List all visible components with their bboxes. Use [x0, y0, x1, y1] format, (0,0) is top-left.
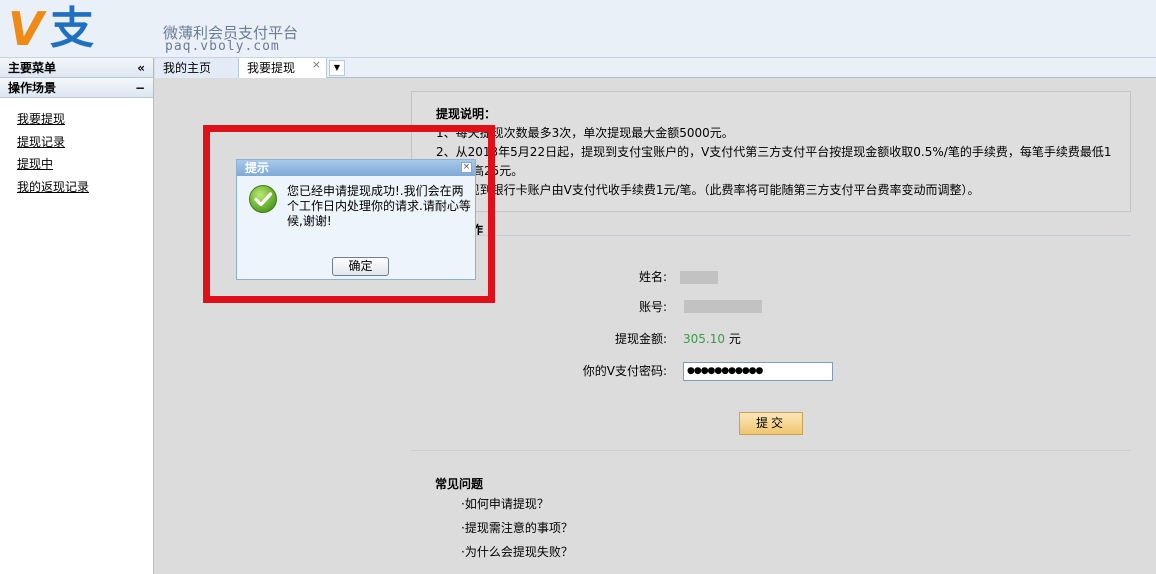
main-menu-title: 主要菜单 — [8, 61, 57, 75]
password-input[interactable]: ●●●●●●●●●●● — [683, 362, 833, 381]
chevron-down-icon[interactable]: ▼ — [329, 60, 345, 76]
sidebar-item-cashback-records[interactable]: 我的返现记录 — [17, 176, 153, 199]
faq-divider — [411, 450, 1131, 451]
faq-item[interactable]: ·提现需注意的事项？ — [461, 519, 573, 536]
name-value-redacted — [680, 271, 718, 284]
account-value-redacted — [684, 300, 762, 313]
dialog-close-icon[interactable]: × — [461, 162, 472, 173]
main-content: 提现说明： 1、每天提现次数最多3次，单次提现最大金额5000元。 2、从201… — [155, 79, 1156, 574]
account-row: 账号: — [535, 297, 667, 317]
main-menu-header: 主要菜单 « — [0, 58, 153, 78]
tab-home[interactable]: 我的主页 — [155, 58, 239, 78]
sidebar-item-withdrawing[interactable]: 提现中 — [17, 153, 153, 176]
domain-text: paq.vboly.com — [165, 39, 280, 54]
amount-row: 提现金额: — [535, 329, 667, 349]
name-row: 姓名: — [535, 267, 667, 287]
sidebar-item-withdraw[interactable]: 我要提现 — [17, 108, 153, 131]
faq-item[interactable]: ·如何申请提现？ — [461, 495, 549, 512]
sidebar-item-withdraw-records[interactable]: 提现记录 — [17, 131, 153, 154]
notice-line: 元，最高25元。 — [436, 164, 524, 178]
header: V 支付 微薄利会员支付平台 paq.vboly.com — [0, 0, 1156, 108]
tab-bar: 我的主页 我要提现 × ▼ — [155, 58, 1156, 78]
scene-header: 操作场景 − — [0, 78, 153, 98]
logo-v: V — [8, 2, 44, 56]
dialog-ok-button[interactable]: 确定 — [332, 257, 389, 276]
password-label: 你的V支付密码: — [582, 364, 667, 378]
tab-withdraw-label: 我要提现 — [247, 61, 296, 75]
close-icon[interactable]: × — [312, 55, 321, 75]
password-row: 你的V支付密码: — [535, 361, 667, 381]
sidebar-links: 我要提现 提现记录 提现中 我的返现记录 — [0, 98, 153, 198]
notice-line: 2、从2013年5月22日起，提现到支付宝账户的，V支付代第三方支付平台按提现金… — [436, 145, 1112, 159]
notice-line: 1、每天提现次数最多3次，单次提现最大金额5000元。 — [436, 126, 734, 140]
notice-title: 提现说明： — [436, 107, 497, 121]
amount-display: 305.10 元 — [683, 329, 763, 349]
submit-button[interactable]: 提交 — [739, 412, 803, 435]
amount-value: 305.10 — [683, 332, 725, 346]
collapse-icon[interactable]: « — [137, 58, 145, 78]
amount-label: 提现金额: — [614, 332, 667, 346]
dialog-title: 提示 — [245, 161, 270, 175]
account-label: 账号: — [638, 300, 667, 314]
faq-item[interactable]: ·为什么会提现失败？ — [461, 543, 573, 560]
withdraw-notice: 提现说明： 1、每天提现次数最多3次，单次提现最大金额5000元。 2、从201… — [411, 91, 1131, 212]
tab-withdraw[interactable]: 我要提现 × — [239, 58, 327, 78]
dialog-message: 您已经申请提现成功!.我们会在两个工作日内处理你的请求.请耐心等候,谢谢! — [287, 184, 471, 228]
minus-icon[interactable]: − — [135, 78, 145, 98]
name-label: 姓名: — [638, 270, 667, 284]
dialog-titlebar: 提示 × — [237, 160, 475, 176]
notice-line: 3、提现到银行卡账户由V支付代收手续费1元/笔。（此费率将可能随第三方支付平台费… — [436, 183, 980, 197]
amount-unit: 元 — [728, 332, 741, 346]
faq-title: 常见问题 — [435, 477, 484, 491]
sidebar: 主要菜单 « 操作场景 − 我要提现 提现记录 提现中 我的返现记录 — [0, 58, 154, 574]
check-icon — [249, 185, 277, 213]
divider — [411, 235, 1131, 236]
scene-title: 操作场景 — [8, 81, 57, 95]
success-dialog: 提示 × 您已经申请提现成功!.我们会在两个工作日内处理你的请求.请耐心等候,谢… — [236, 159, 476, 280]
